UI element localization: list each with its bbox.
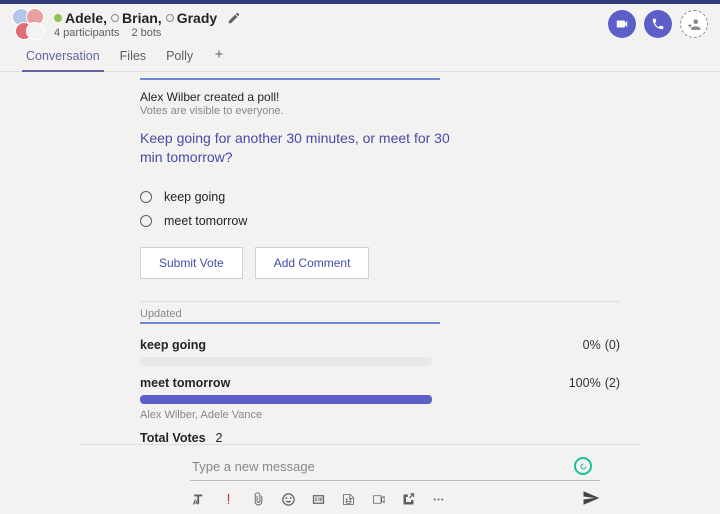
result-label: keep going	[140, 338, 206, 352]
participant-name: Brian,	[122, 10, 162, 26]
radio-icon	[140, 215, 152, 227]
total-votes-label: Total Votes	[140, 431, 206, 444]
participants-count[interactable]: 4 participants	[54, 27, 119, 39]
presence-offline-icon	[166, 14, 174, 22]
bots-count[interactable]: 2 bots	[131, 27, 161, 39]
participant-name: Adele,	[65, 10, 107, 26]
tab-conversation[interactable]: Conversation	[24, 43, 102, 71]
format-icon[interactable]	[190, 492, 206, 508]
poll-option-label: keep going	[164, 190, 225, 204]
participant-3: Grady	[166, 10, 217, 26]
result-voters: Alex Wilber, Adele Vance	[140, 409, 620, 421]
poll-option-2[interactable]: meet tomorrow	[140, 209, 620, 233]
video-call-button[interactable]	[608, 10, 636, 38]
attach-icon[interactable]	[250, 492, 266, 508]
add-people-button[interactable]	[680, 10, 708, 38]
conversation-scroll[interactable]: Alex Wilber created a poll! Votes are vi…	[0, 72, 720, 444]
divider	[140, 78, 440, 80]
add-tab-button[interactable]	[211, 42, 227, 71]
poll-option-label: meet tomorrow	[164, 214, 247, 228]
audio-call-button[interactable]	[644, 10, 672, 38]
tab-polly[interactable]: Polly	[164, 43, 195, 71]
tab-files[interactable]: Files	[118, 43, 148, 71]
poll-option-1[interactable]: keep going	[140, 185, 620, 209]
sticker-icon[interactable]	[340, 492, 356, 508]
participant-2: Brian,	[111, 10, 162, 26]
participant-name: Grady	[177, 10, 217, 26]
chat-tabs: Conversation Files Polly	[0, 42, 720, 72]
presence-available-icon	[54, 14, 62, 22]
edit-icon[interactable]	[227, 11, 241, 25]
compose-input[interactable]	[190, 453, 600, 481]
poll-visibility: Votes are visible to everyone.	[140, 105, 620, 117]
result-count: (0)	[605, 338, 620, 352]
poll-question: Keep going for another 30 minutes, or me…	[140, 129, 450, 167]
gif-icon[interactable]	[310, 492, 326, 508]
priority-icon[interactable]	[220, 492, 236, 508]
compose-area	[80, 444, 640, 514]
result-count: (2)	[605, 376, 620, 390]
compose-toolbar	[190, 487, 600, 510]
result-row-2: meet tomorrow 100% (2) Alex Wilber, Adel…	[140, 376, 620, 421]
result-bar	[140, 395, 432, 404]
send-button[interactable]	[582, 489, 600, 510]
divider	[140, 322, 440, 324]
result-row-1: keep going 0% (0)	[140, 338, 620, 366]
result-label: meet tomorrow	[140, 376, 230, 390]
extensions-icon[interactable]	[400, 492, 416, 508]
chat-header: Adele, Brian, Grady 4 participants 2 bot…	[0, 4, 720, 42]
meet-now-icon[interactable]	[370, 492, 386, 508]
presence-offline-icon	[111, 14, 119, 22]
result-percent: 100%	[569, 376, 601, 390]
chat-title: Adele, Brian, Grady	[54, 10, 241, 26]
submit-vote-button[interactable]: Submit Vote	[140, 247, 243, 279]
emoji-icon[interactable]	[280, 492, 296, 508]
poll-created-by: Alex Wilber created a poll!	[140, 90, 620, 104]
participant-1: Adele,	[54, 10, 107, 26]
divider	[140, 301, 620, 302]
more-icon[interactable]	[430, 492, 446, 508]
total-votes-value: 2	[216, 431, 223, 444]
add-comment-button[interactable]: Add Comment	[255, 247, 370, 279]
participant-avatars	[12, 8, 44, 40]
result-bar	[140, 357, 432, 366]
radio-icon	[140, 191, 152, 203]
results-updated-label: Updated	[140, 308, 620, 320]
result-percent: 0%	[583, 338, 601, 352]
grammarly-icon[interactable]	[574, 457, 592, 475]
